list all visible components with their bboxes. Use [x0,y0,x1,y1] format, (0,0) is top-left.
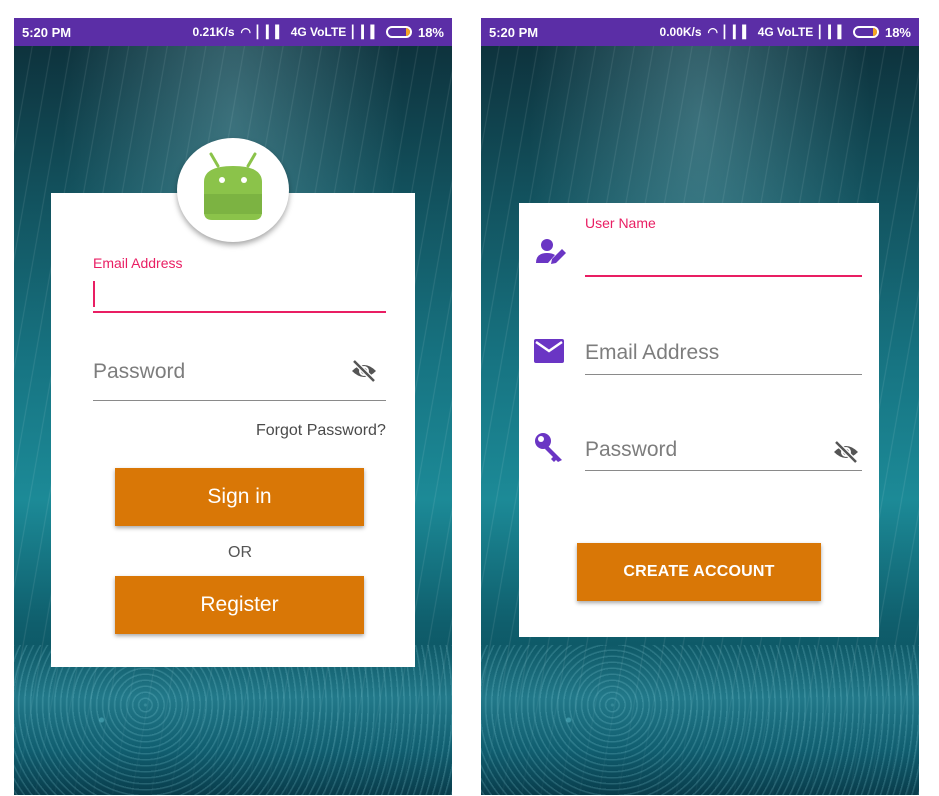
status-time: 5:20 PM [22,24,72,40]
password-input[interactable] [93,355,352,389]
forgot-password-link[interactable]: Forgot Password? [256,422,386,440]
wifi-icon: ◠ [240,25,252,39]
network-speed: 0.21K/s [192,25,235,39]
user-name-underline [585,275,862,277]
create-account-button[interactable]: CREATE ACCOUNT [577,543,821,601]
email-input[interactable] [93,279,352,309]
password-field[interactable] [93,343,386,403]
or-separator: OR [228,544,252,561]
password-underline [93,400,386,401]
android-icon [204,152,262,220]
eye-off-icon[interactable] [832,440,860,464]
signal-icon-2: ▏▎▍ [819,25,847,39]
login-card: Email Address Forgot Password? Sign in O… [51,193,415,667]
key-icon [535,433,562,462]
email-field[interactable]: Email Address [93,255,386,315]
network-type: 4G VoLTE [290,25,347,39]
password-input[interactable] [585,434,828,466]
app-logo [177,138,289,242]
battery-level [406,28,410,36]
battery-level [873,28,877,36]
signal-icon-2: ▏▎▍ [352,25,380,39]
network-type: 4G VoLTE [757,25,814,39]
email-field[interactable] [585,331,862,377]
password-underline [585,470,862,471]
eye-off-icon[interactable] [350,359,378,383]
status-bar: 5:20 PM 0.21K/s ◠ ▏▎▍ 4G VoLTE ▏▎▍ 18% [14,18,452,46]
battery-icon [852,26,879,38]
sign-in-button[interactable]: Sign in [115,468,364,526]
email-label: Email Address [93,255,183,271]
battery-percent: 18% [417,24,444,40]
user-name-label: User Name [585,215,656,231]
battery-percent: 18% [884,24,911,40]
status-time: 5:20 PM [489,24,539,40]
network-speed: 0.00K/s [659,25,702,39]
register-card: User Name Email Address CREATE ACCOUNT [519,203,879,637]
password-field[interactable] [585,428,862,474]
email-input[interactable] [585,337,862,369]
signal-icon: ▏▎▍ [724,25,752,39]
user-edit-icon [536,239,566,264]
signal-icon: ▏▎▍ [257,25,285,39]
mail-icon [534,339,564,363]
login-screen: 5:20 PM 0.21K/s ◠ ▏▎▍ 4G VoLTE ▏▎▍ 18% E… [14,18,452,795]
ground-background [14,645,452,795]
register-screen: 5:20 PM 0.00K/s ◠ ▏▎▍ 4G VoLTE ▏▎▍ 18% U… [481,18,919,795]
register-button[interactable]: Register [115,576,364,634]
email-underline [93,311,386,313]
email-underline [585,374,862,375]
battery-icon [385,26,412,38]
user-name-input[interactable] [585,241,862,271]
status-bar: 5:20 PM 0.00K/s ◠ ▏▎▍ 4G VoLTE ▏▎▍ 18% [481,18,919,46]
user-name-field[interactable]: User Name [585,215,862,281]
ground-background [481,645,919,795]
wifi-icon: ◠ [707,25,719,39]
